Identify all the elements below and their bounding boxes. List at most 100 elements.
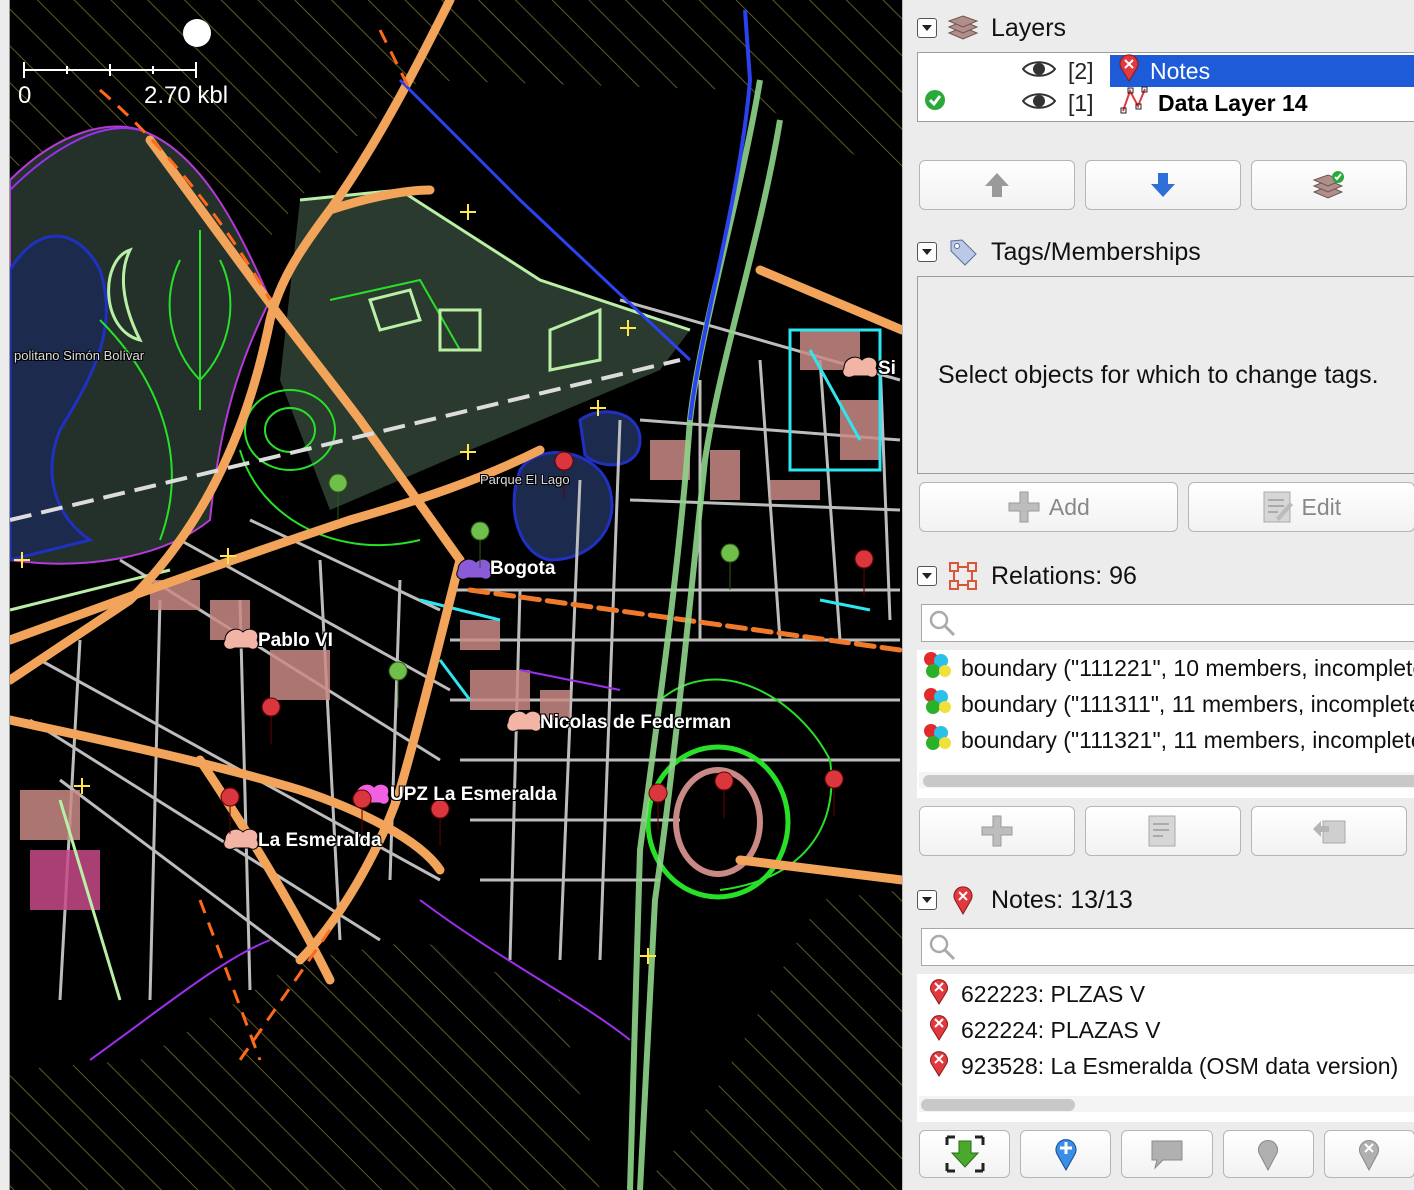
edit-icon (1148, 815, 1176, 847)
boundary-relation-icon (921, 722, 953, 758)
data-layer-icon (1120, 86, 1148, 120)
tags-content: Select objects for which to change tags. (917, 276, 1414, 474)
layer-list[interactable]: [2] Notes [1] Data Layer 14 (917, 52, 1414, 122)
map-label-upz: UPZ La Esmeralda (390, 784, 557, 805)
duplicate-icon (1313, 820, 1346, 844)
add-tag-label: Add (1048, 493, 1090, 520)
collapse-icon[interactable] (917, 566, 937, 586)
layer-row-data[interactable]: [1] Data Layer 14 (918, 86, 1414, 120)
scale-distance-label: 2.70 kbl (144, 82, 229, 109)
tags-empty-message: Select objects for which to change tags. (938, 360, 1379, 389)
duplicate-relation-button[interactable] (1251, 806, 1407, 856)
relation-label: boundary ("111311", 11 members, incomple… (961, 690, 1414, 717)
relations-search-input[interactable] (921, 604, 1414, 642)
reopen-note-button[interactable] (1323, 1130, 1414, 1178)
layer-index: [2] (1068, 57, 1094, 84)
scale-zero-label: 0 (18, 82, 32, 109)
move-up-button[interactable] (919, 160, 1075, 210)
relations-dialog: Relations: 96 boundary ("111221", 10 mem… (913, 554, 1414, 864)
list-item[interactable]: 622223: PLZAS V (923, 976, 1414, 1012)
layer-name: Data Layer 14 (1158, 89, 1308, 116)
relation-icon (947, 560, 979, 592)
notes-scrollbar[interactable] (919, 1096, 1414, 1112)
plus-icon (1008, 491, 1040, 523)
map-label-park: politano Simón Bolívar (14, 348, 145, 363)
download-icon (945, 1135, 985, 1173)
collapse-icon[interactable] (917, 242, 937, 262)
relations-buttons (919, 806, 1414, 856)
notes-title: Notes: 13/13 (991, 885, 1133, 914)
eye-icon[interactable] (1021, 90, 1057, 117)
map-label-lake-park: Parque El Lago (480, 472, 570, 487)
search-icon (929, 610, 956, 637)
list-item[interactable]: boundary ("111311", 11 members, incomple… (921, 686, 1414, 722)
add-tag-button[interactable]: Add (919, 482, 1178, 532)
map-view[interactable]: 0 2.70 kbl politano Simón Bolívar Parque… (0, 0, 902, 1190)
list-item[interactable]: 622224: PLAZAS V (923, 1012, 1414, 1048)
list-item[interactable]: boundary ("111321", 11 members, incomple… (921, 722, 1414, 758)
arrow-up-icon (985, 173, 1009, 197)
collapse-icon[interactable] (917, 18, 937, 38)
layer-name-cell[interactable]: Notes (1110, 54, 1414, 88)
note-label: 622224: PLAZAS V (961, 1016, 1161, 1043)
layer-name-cell[interactable]: Data Layer 14 (1110, 86, 1414, 120)
tags-dialog: Tags/Memberships Select objects for whic… (913, 230, 1414, 540)
relation-label: boundary ("111321", 11 members, incomple… (961, 726, 1414, 753)
relation-label: boundary ("111221", 10 members, incomple… (961, 654, 1414, 681)
layers-title-bar[interactable]: Layers (913, 6, 1414, 50)
close-note-button[interactable] (1222, 1130, 1314, 1178)
notes-buttons (919, 1130, 1414, 1178)
tags-title-bar[interactable]: Tags/Memberships (913, 230, 1414, 274)
boundary-relation-icon (921, 650, 953, 686)
map-left-border (0, 0, 10, 1190)
boundary-relation-icon (921, 686, 953, 722)
layer-buttons (919, 160, 1414, 210)
map-canvas[interactable] (0, 0, 902, 1190)
plus-icon (981, 815, 1013, 847)
north-indicator (183, 19, 211, 47)
relations-title-bar[interactable]: Relations: 96 (913, 554, 1414, 598)
comment-icon (1151, 1140, 1183, 1170)
layers-dialog: Layers [2] Notes [1] Data Layer 14 (913, 6, 1414, 216)
map-label-federman: Nicolas de Federman (540, 712, 732, 733)
edit-tag-button[interactable]: Edit (1187, 482, 1414, 532)
layer-index: [1] (1068, 89, 1094, 116)
map-label-cut: Si (878, 358, 896, 379)
notes-title-bar[interactable]: Notes: 13/13 (913, 878, 1414, 922)
reopen-note-icon (1359, 1140, 1380, 1171)
note-icon (929, 977, 949, 1011)
search-icon (929, 934, 956, 961)
notes-search-input[interactable] (921, 928, 1414, 966)
list-item[interactable]: boundary ("111221", 10 members, incomple… (921, 650, 1414, 686)
map-label-esmeralda: La Esmeralda (258, 830, 382, 851)
layer-row-notes[interactable]: [2] Notes (918, 54, 1414, 88)
new-note-button[interactable] (1020, 1130, 1112, 1178)
tags-buttons: Add Edit (919, 482, 1414, 532)
note-icon (1118, 54, 1140, 88)
side-panel: Layers [2] Notes [1] Data Layer 14 Tags/… (902, 0, 1414, 1190)
relations-scrollbar[interactable] (919, 772, 1414, 788)
scrollbar-thumb[interactable] (923, 775, 1414, 787)
add-note-icon (1055, 1139, 1077, 1171)
edit-relation-button[interactable] (1085, 806, 1241, 856)
edit-icon (1263, 491, 1293, 523)
layers-icon (947, 12, 979, 44)
new-relation-button[interactable] (919, 806, 1075, 856)
collapse-icon[interactable] (917, 890, 937, 910)
active-check-icon (924, 89, 946, 117)
note-icon (929, 1013, 949, 1047)
move-down-button[interactable] (1085, 160, 1241, 210)
download-notes-button[interactable] (919, 1130, 1011, 1178)
list-item[interactable]: 923528: La Esmeralda (OSM data version) (923, 1048, 1414, 1084)
comment-note-button[interactable] (1121, 1130, 1213, 1178)
scrollbar-thumb[interactable] (921, 1099, 1075, 1111)
arrow-down-icon (1151, 173, 1175, 197)
activate-layer-icon (1312, 171, 1344, 199)
eye-icon[interactable] (1021, 58, 1057, 85)
map-label-bogota: Bogota (490, 558, 556, 579)
activate-layer-button[interactable] (1251, 160, 1407, 210)
close-note-icon (1258, 1140, 1279, 1171)
note-icon (929, 1049, 949, 1083)
relations-title: Relations: 96 (991, 561, 1137, 590)
tag-icon (947, 236, 979, 268)
